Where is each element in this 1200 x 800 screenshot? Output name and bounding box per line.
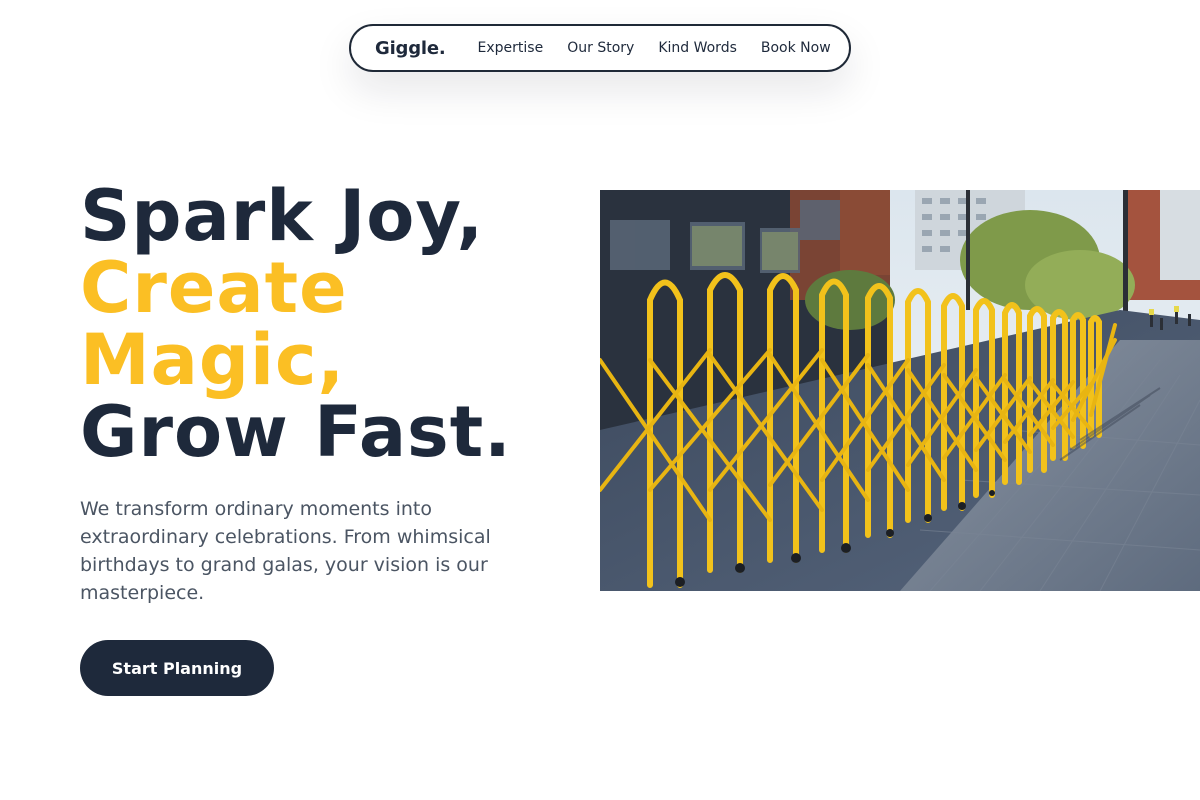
headline-line-create: Create (80, 247, 348, 329)
headline-line-spark-joy: Spark Joy, (80, 175, 485, 257)
landing-page: Giggle. Expertise Our Story Kind Words B… (0, 0, 1200, 800)
nav-link-book-now[interactable]: Book Now (761, 40, 831, 56)
headline-line-magic: Magic, (80, 319, 346, 401)
start-planning-button[interactable]: Start Planning (80, 640, 274, 696)
nav-links: Expertise Our Story Kind Words Book Now (478, 40, 831, 56)
hero-description: We transform ordinary moments into extra… (80, 498, 491, 604)
hero-headline: Spark Joy, Create Magic, Grow Fast. (80, 180, 512, 468)
brand-logo[interactable]: Giggle. (375, 38, 446, 59)
top-navigation: Giggle. Expertise Our Story Kind Words B… (349, 24, 851, 72)
nav-link-expertise[interactable]: Expertise (478, 40, 544, 56)
nav-link-our-story[interactable]: Our Story (567, 40, 634, 56)
hero-image (600, 190, 1200, 591)
nav-link-kind-words[interactable]: Kind Words (658, 40, 737, 56)
headline-line-grow-fast: Grow Fast. (80, 391, 512, 473)
